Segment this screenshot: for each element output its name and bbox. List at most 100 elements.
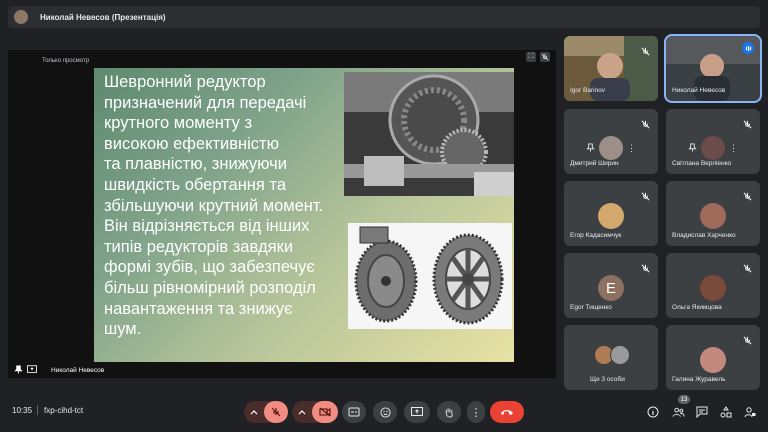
participant-tile[interactable]: Галина Журавель [666,325,760,390]
lock-person-icon [744,407,756,418]
reactions-button[interactable] [373,401,397,423]
avatar [598,203,624,229]
pin-icon[interactable] [14,361,23,379]
avatar-group [594,345,630,365]
avatar-initial: E [598,275,624,301]
more-vert-icon: ⋮ [470,406,482,419]
expand-icon[interactable]: ⛶ [526,52,536,62]
leave-call-button[interactable] [490,401,524,423]
mic-off-icon [743,260,752,273]
participant-name: Егор Кадасимчук [570,232,622,239]
slide-line: навантаження та знижує [104,299,293,318]
presenter-name: Николай Невесов [51,366,105,374]
mic-off-icon [743,116,752,129]
avatar [700,275,726,301]
chevron-up-icon [298,410,306,415]
mic-off-icon [540,52,550,62]
avatar [599,136,623,160]
participant-tile[interactable]: Igor Barinov [564,36,658,101]
gearbox-photo [344,72,514,196]
screen-share-icon [27,361,37,379]
participant-tile[interactable]: ⋮ Світлана Верліенко [666,109,760,174]
chevron-up-icon [250,410,258,415]
slide-line: Він відрізняється від інших [104,217,310,236]
pin-icon[interactable] [586,139,595,157]
slide-line: збільшуючи крутний момент. [104,196,324,215]
emoji-icon [379,406,391,418]
control-bar: 10:35 fxp-cihd-tct ⋮ 13 [0,392,768,432]
chat-button[interactable] [694,404,710,420]
participant-name: Igor Barinov [570,87,606,94]
captions-button[interactable] [342,401,366,423]
pin-icon[interactable] [688,139,697,157]
slide-line: крутного моменту з [104,114,253,133]
participant-count-badge: 13 [678,395,690,404]
herringbone-gears-illustration [348,223,512,329]
mic-off-icon [743,188,752,201]
activities-icon [720,406,732,418]
camera-options-button[interactable] [292,401,312,423]
participant-tile[interactable]: Егор Кадасимчук [564,181,658,246]
participant-tile[interactable]: Владислав Харченко [666,181,760,246]
avatar [701,136,725,160]
mic-off-icon [641,260,650,273]
more-options-icon[interactable]: ⋮ [627,143,636,154]
slide-line: високою ефективністю [104,134,279,153]
participant-tile-active-speaker[interactable]: Николай Невесов [664,34,762,103]
participant-name: Николай Невесов [672,87,726,94]
people-icon [671,407,685,417]
participant-tile-overflow[interactable]: Ще 3 особи [564,325,658,390]
presentation-stage[interactable]: Только просмотр ⛶ Шевронний редуктор при… [8,50,556,378]
slide-line: шум. [104,320,142,339]
participant-name: Владислав Харченко [672,232,736,239]
activities-button[interactable] [718,404,734,420]
participant-tile[interactable]: Ольга Якимцова [666,253,760,318]
slide-line: Шевронний редуктор [104,73,266,91]
participant-name: Дмитрий Ширин [570,160,619,167]
divider [37,405,38,415]
slide-line: призначений для передачі [104,93,307,112]
participant-tile[interactable]: ⋮ Дмитрий Ширин [564,109,658,174]
people-button[interactable] [670,404,686,420]
slide-line: та плавністю, знижуючи [104,155,287,174]
slide: Шевронний редуктор призначений для перед… [94,68,514,362]
speaking-indicator-icon [742,42,754,54]
microphone-toggle-button[interactable] [264,401,288,423]
captions-icon [348,407,360,417]
meeting-code: fxp-cihd-tct [44,406,84,415]
host-controls-button[interactable] [742,404,758,420]
mic-options-button[interactable] [244,401,264,423]
mic-off-icon [641,116,650,129]
view-only-label: Только просмотр [42,58,90,64]
slide-text: Шевронний редуктор призначений для перед… [104,72,354,340]
slide-line: формі зубів, що забезпечує [104,258,315,277]
present-screen-button[interactable] [404,401,430,423]
participant-tile[interactable]: E Egor Тищенко [564,253,658,318]
info-icon [647,406,659,418]
more-options-button[interactable]: ⋮ [467,401,485,423]
mic-off-icon [743,332,752,345]
clock: 10:35 [12,406,33,415]
slide-line: більш рівномірний розподіл [104,278,316,297]
avatar [700,203,726,229]
participant-name: Ще 3 особи [590,376,625,383]
presentation-title: Николай Невесов (Презентація) [40,12,166,22]
presenter-avatar [14,10,28,24]
participant-name: Галина Журавель [672,376,726,383]
meeting-details-button[interactable] [645,404,661,420]
end-call-icon [501,410,513,415]
avatar [700,347,726,373]
camera-toggle-button[interactable] [312,401,338,423]
chat-icon [696,406,708,418]
slide-line: швидкість обертання та [104,175,286,194]
slide-line: типів редукторів завдяки [104,237,294,256]
presenter-bar: Николай Невесов [8,362,556,378]
mic-off-icon [641,43,650,56]
mic-off-icon [271,407,281,417]
hand-icon [445,407,453,418]
participant-name: Ольга Якимцова [672,304,722,311]
raise-hand-button[interactable] [437,401,461,423]
presentation-header: Николай Невесов (Презентація) [8,6,760,28]
participant-name: Egor Тищенко [570,304,612,311]
more-options-icon[interactable]: ⋮ [729,143,738,154]
